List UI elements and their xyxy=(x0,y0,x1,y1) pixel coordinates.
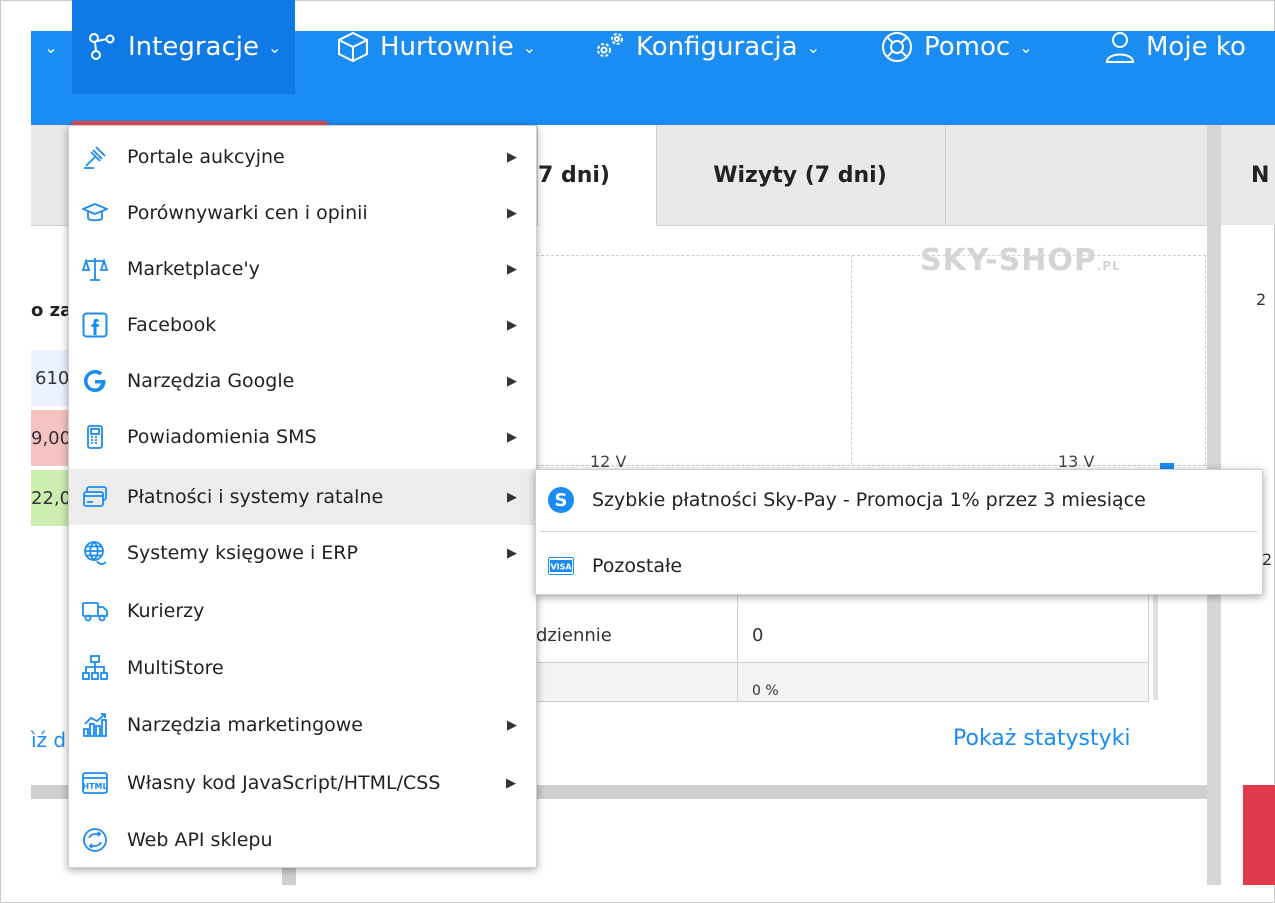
chart-area xyxy=(536,255,1206,466)
visa-icon: VISA xyxy=(546,551,576,581)
chart-gridline xyxy=(1205,255,1206,465)
tab-label: 7 dni) xyxy=(538,163,610,188)
left-value-cell: 22,0 xyxy=(31,470,71,526)
gears-icon xyxy=(592,30,626,64)
menu-item-marketing[interactable]: Narzędzia marketingowe ▶ xyxy=(69,697,536,753)
menu-item-porownywarki[interactable]: Porównywarki cen i opinii ▶ xyxy=(69,185,536,241)
chart-icon xyxy=(81,711,109,739)
left-column-header: o za xyxy=(31,300,73,321)
menu-item-google[interactable]: Narzędzia Google ▶ xyxy=(69,353,536,409)
submenu-arrow-icon: ▶ xyxy=(507,489,517,505)
left-show-link[interactable]: ìź d xyxy=(31,728,66,752)
nav-hurtownie[interactable]: Hurtownie ⌄ xyxy=(336,0,536,94)
left-value-cell: 610 xyxy=(31,350,71,406)
stats-row-shade xyxy=(738,663,1148,701)
menu-item-sms[interactable]: Powiadomienia SMS ▶ xyxy=(69,409,536,465)
nav-label: Pomoc xyxy=(924,32,1011,62)
submenu-arrow-icon: ▶ xyxy=(507,317,517,333)
stats-label-daily: dziennie xyxy=(536,625,612,646)
submenu-arrow-icon: ▶ xyxy=(507,717,517,733)
sky-shop-watermark: SKY-SHOP.PL xyxy=(920,243,1121,278)
chevron-down-icon: ⌄ xyxy=(267,37,282,57)
box-icon xyxy=(336,30,370,64)
chevron-down-icon: ⌄ xyxy=(522,37,537,57)
left-value-cell: 9,00 xyxy=(31,410,71,466)
nav-label: Hurtownie xyxy=(380,32,514,62)
chevron-down-icon: ⌄ xyxy=(44,37,58,57)
submenu-item-sky-pay[interactable]: S Szybkie płatności Sky-Pay - Promocja 1… xyxy=(536,472,1262,528)
menu-item-ksiegowe-erp[interactable]: Systemy księgowe i ERP ▶ xyxy=(69,525,536,581)
menu-item-web-api[interactable]: Web API sklepu xyxy=(69,812,536,868)
menu-item-platnosci[interactable]: Płatności i systemy ratalne ▶ xyxy=(69,469,536,525)
phone-icon xyxy=(81,423,109,451)
chevron-down-icon: ⌄ xyxy=(1019,37,1033,57)
svg-text:HTML: HTML xyxy=(82,782,107,791)
submenu-arrow-icon: ▶ xyxy=(507,373,517,389)
submenu-arrow-icon: ▶ xyxy=(506,775,516,791)
right-red-panel xyxy=(1243,785,1275,885)
lifebuoy-icon xyxy=(880,30,914,64)
right-partial-text: 2 xyxy=(1256,290,1267,309)
integrations-icon xyxy=(86,31,118,63)
user-icon xyxy=(1104,30,1136,64)
submenu-arrow-icon: ▶ xyxy=(507,149,517,165)
stats-value-pct: 0 % xyxy=(752,683,779,699)
right-partial-text: 2 xyxy=(1262,550,1273,569)
menu-item-kurierzy[interactable]: Kurierzy xyxy=(69,583,536,639)
menu-item-marketplace[interactable]: Marketplace'y ▶ xyxy=(69,241,536,297)
show-stats-link[interactable]: Pokaż statystyki xyxy=(953,726,1131,751)
sync-icon xyxy=(81,826,109,854)
chart-gridline xyxy=(851,255,852,465)
stats-row-shade xyxy=(537,663,737,701)
google-icon xyxy=(81,367,109,395)
submenu-arrow-icon: ▶ xyxy=(507,205,517,221)
tab-orders-7-days[interactable]: 7 dni) xyxy=(537,125,657,226)
scales-icon xyxy=(81,255,109,283)
graduation-cap-icon xyxy=(81,199,109,227)
chart-baseline xyxy=(536,465,1206,466)
integrations-dropdown: Portale aukcyjne ▶ Porównywarki cen i op… xyxy=(68,125,537,868)
payments-submenu: S Szybkie płatności Sky-Pay - Promocja 1… xyxy=(535,469,1263,595)
chevron-down-icon: ⌄ xyxy=(806,37,820,57)
nav-label: Konfiguracja xyxy=(636,32,798,62)
facebook-icon xyxy=(81,311,109,339)
svg-text:VISA: VISA xyxy=(550,563,572,572)
menu-item-custom-code[interactable]: HTML Własny kod JavaScript/HTML/CSS ▶ xyxy=(69,755,536,811)
right-tab-label: N xyxy=(1251,162,1270,188)
svg-text:S: S xyxy=(555,490,568,511)
nav-label: Integracje xyxy=(128,32,259,62)
nav-konfiguracja[interactable]: Konfiguracja ⌄ xyxy=(592,0,820,94)
menu-item-portale-aukcyjne[interactable]: Portale aukcyjne ▶ xyxy=(69,129,536,185)
nav-prev-chevron[interactable]: ⌄ xyxy=(31,0,71,94)
nav-integracje[interactable]: Integracje ⌄ xyxy=(72,0,296,94)
submenu-arrow-icon: ▶ xyxy=(507,545,517,561)
submenu-item-pozostale[interactable]: VISA Pozostałe xyxy=(536,538,1262,594)
sitemap-icon xyxy=(81,654,109,682)
nav-label: Moje ko xyxy=(1146,32,1246,62)
tab-visits-7-days[interactable]: Wizyty (7 dni) xyxy=(655,125,946,225)
submenu-arrow-icon: ▶ xyxy=(507,429,517,445)
truck-icon xyxy=(81,597,109,625)
credit-card-icon xyxy=(81,483,109,511)
nav-pomoc[interactable]: Pomoc ⌄ xyxy=(880,0,1033,94)
skypay-icon: S xyxy=(546,485,576,515)
stats-value-daily: 0 xyxy=(752,625,764,646)
html-icon: HTML xyxy=(81,769,109,797)
globe-icon xyxy=(81,539,109,567)
menu-item-multistore[interactable]: MultiStore xyxy=(69,640,536,696)
gavel-icon xyxy=(81,143,109,171)
menu-item-facebook[interactable]: Facebook ▶ xyxy=(69,297,536,353)
submenu-divider xyxy=(540,531,1258,532)
tab-label: Wizyty (7 dni) xyxy=(713,162,887,188)
nav-moje-konto[interactable]: Moje ko xyxy=(1104,0,1246,94)
submenu-arrow-icon: ▶ xyxy=(507,261,517,277)
